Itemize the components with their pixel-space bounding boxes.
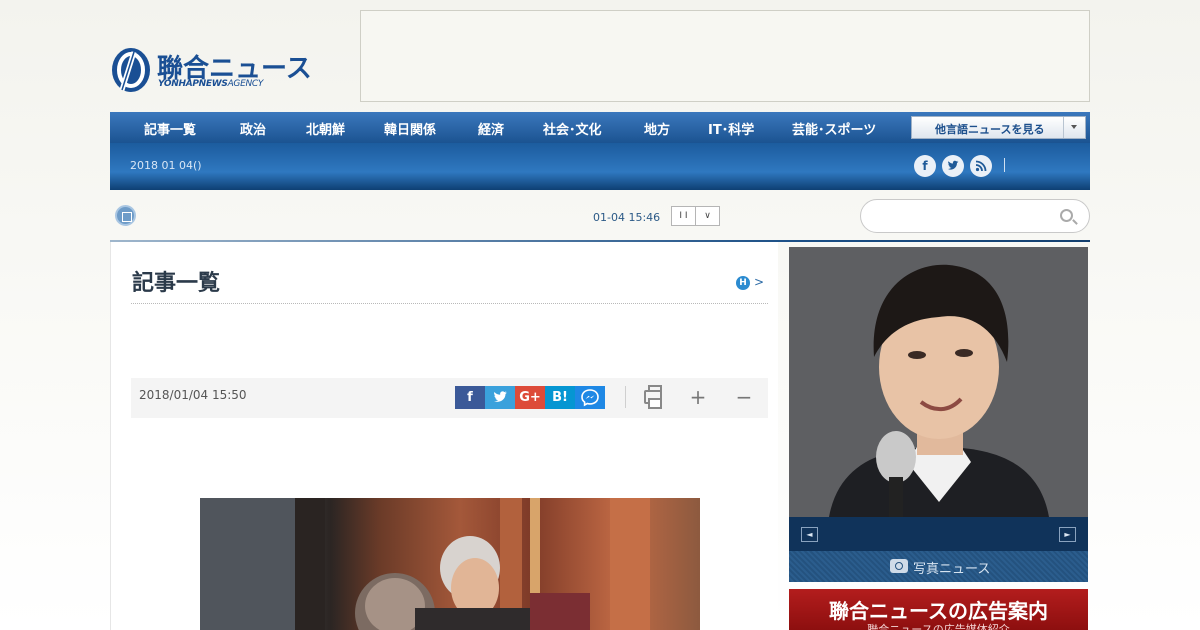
rss-icon[interactable] (970, 155, 992, 177)
language-select[interactable]: 他言語ニュースを見る (911, 116, 1086, 139)
nav-item-regional[interactable]: 地方 (644, 119, 670, 138)
home-badge-icon[interactable]: H (736, 276, 750, 290)
rss-feed-icon (975, 160, 987, 172)
ticker-time: 01-04 15:46 (593, 211, 661, 224)
logo-sub-bold: YONHAPNEWS (158, 79, 228, 89)
photo-news-image[interactable] (789, 247, 1088, 517)
share-facebook-button[interactable]: f (455, 386, 485, 409)
yonhap-logo-icon (112, 48, 150, 92)
photo-news-scene (789, 247, 1088, 517)
nav-top-bar: 記事一覧 政治 北朝鮮 韓日関係 経済 社会･文化 地方 IT･科学 芸能･スポ… (110, 112, 1090, 143)
share-messenger-button[interactable] (575, 386, 605, 409)
photo-news-link[interactable]: 写真ニュース (789, 551, 1088, 582)
search-input[interactable] (875, 207, 1055, 225)
nav-item-entertainment-sports[interactable]: 芸能･スポーツ (792, 119, 876, 138)
main-nav: 記事一覧 政治 北朝鮮 韓日関係 経済 社会･文化 地方 IT･科学 芸能･スポ… (110, 112, 1090, 190)
current-date: 2018 01 04() (130, 159, 202, 172)
messenger-icon (581, 389, 599, 407)
slider-next-button[interactable]: ► (1059, 527, 1076, 542)
twitter-bird-icon (948, 160, 959, 170)
article-photo-scene (200, 498, 650, 630)
ad-info-banner[interactable]: 聯合ニュースの広告案内 聯合ニュースの広告媒体紹介 (789, 589, 1088, 630)
title-divider (131, 303, 768, 304)
section-title: 記事一覧 (132, 271, 221, 296)
twitter-bird-icon (494, 391, 507, 402)
news-list-icon[interactable] (115, 205, 136, 226)
nav-item-article-list[interactable]: 記事一覧 (144, 119, 196, 138)
font-decrease-button[interactable]: − (732, 387, 756, 409)
chevron-down-icon (1063, 117, 1085, 138)
toolbar-divider (625, 386, 626, 408)
article-date: 2018/01/04 15:50 (139, 388, 247, 402)
nav-item-north-korea[interactable]: 北朝鮮 (306, 119, 345, 138)
ad-info-title: 聯合ニュースの広告案内 (829, 599, 1048, 623)
nav-item-korea-japan[interactable]: 韓日関係 (384, 119, 436, 138)
facebook-icon[interactable]: f (914, 155, 936, 177)
slider-prev-button[interactable]: ◄ (801, 527, 818, 542)
camera-icon (890, 559, 908, 573)
photo-slider-controls: ◄ ► (789, 517, 1088, 551)
nav-item-economy[interactable]: 経済 (478, 119, 504, 138)
twitter-icon[interactable] (942, 155, 964, 177)
article-photo (200, 498, 700, 630)
photo-news-label: 写真ニュース (913, 562, 991, 577)
search-box (860, 199, 1090, 233)
share-google-plus-button[interactable]: G+ (515, 386, 545, 409)
logo-subtitle: YONHAPNEWSAGENCY (158, 79, 263, 89)
ticker-pause-button[interactable]: I I (671, 206, 696, 226)
nav-item-politics[interactable]: 政治 (240, 119, 266, 138)
article-meta-bar: 2018/01/04 15:50 f G+ B! + − (131, 378, 768, 418)
nav-item-society-culture[interactable]: 社会･文化 (543, 119, 602, 138)
share-hatena-button[interactable]: B! (545, 386, 575, 409)
share-twitter-button[interactable] (485, 386, 515, 409)
top-ad-banner[interactable] (360, 10, 1090, 102)
nav-item-it-science[interactable]: IT･科学 (708, 119, 754, 138)
search-icon[interactable] (1060, 209, 1073, 222)
ticker-toggle-button[interactable]: ∨ (695, 206, 720, 226)
home-arrow[interactable]: > (754, 275, 764, 289)
print-icon[interactable] (644, 385, 662, 409)
logo[interactable]: 聯合ニュース YONHAPNEWSAGENCY (110, 44, 312, 96)
logo-sub-light: AGENCY (227, 79, 264, 89)
language-select-label: 他言語ニュースを見る (935, 123, 1045, 136)
ad-info-subtitle: 聯合ニュースの広告媒体紹介 (867, 623, 1010, 630)
nav-divider (1004, 158, 1005, 172)
font-increase-button[interactable]: + (686, 387, 710, 409)
